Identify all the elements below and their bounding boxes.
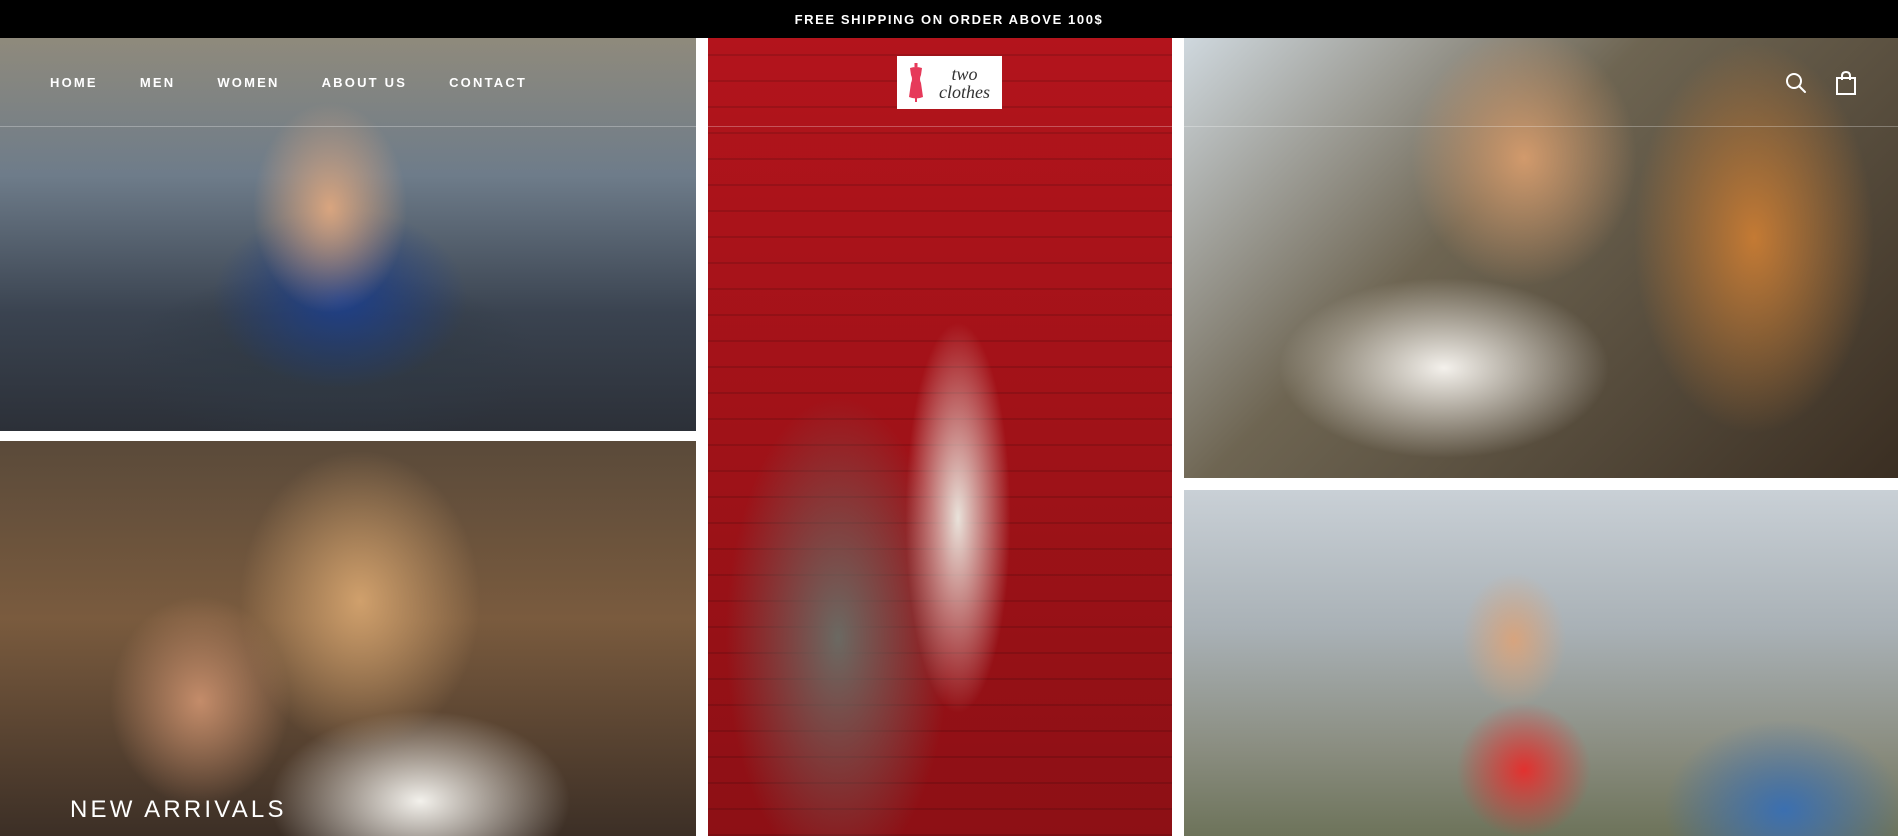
logo-line-1: two: [951, 63, 978, 84]
shopping-bag-icon[interactable]: [1834, 70, 1858, 95]
main-nav: HOME MEN WOMEN ABOUT US CONTACT: [50, 38, 527, 127]
nav-item-home[interactable]: HOME: [50, 75, 98, 90]
nav-item-men[interactable]: MEN: [140, 75, 176, 90]
announcement-text: FREE SHIPPING ON ORDER ABOVE 100$: [794, 11, 1104, 27]
nav-item-about-us[interactable]: ABOUT US: [322, 75, 408, 90]
hero-tile-couple-sunglasses[interactable]: [0, 441, 696, 836]
header-actions: [1784, 38, 1858, 127]
announcement-bar: FREE SHIPPING ON ORDER ABOVE 100$: [0, 0, 1898, 38]
nav-item-women[interactable]: WOMEN: [217, 75, 279, 90]
nav-item-contact[interactable]: CONTACT: [449, 75, 527, 90]
search-icon[interactable]: [1784, 71, 1808, 95]
logo-text: two clothes: [939, 65, 990, 101]
hero-tile-woman-brick-wall[interactable]: [708, 38, 1172, 836]
logo-line-2: clothes: [939, 81, 990, 102]
dress-form-icon: [907, 62, 925, 103]
hero-tile-woman-swing[interactable]: [1184, 490, 1898, 836]
hero-caption: NEW ARRIVALS: [70, 796, 287, 823]
site-logo[interactable]: two clothes: [897, 56, 1002, 109]
hero-collage: [0, 38, 1898, 836]
